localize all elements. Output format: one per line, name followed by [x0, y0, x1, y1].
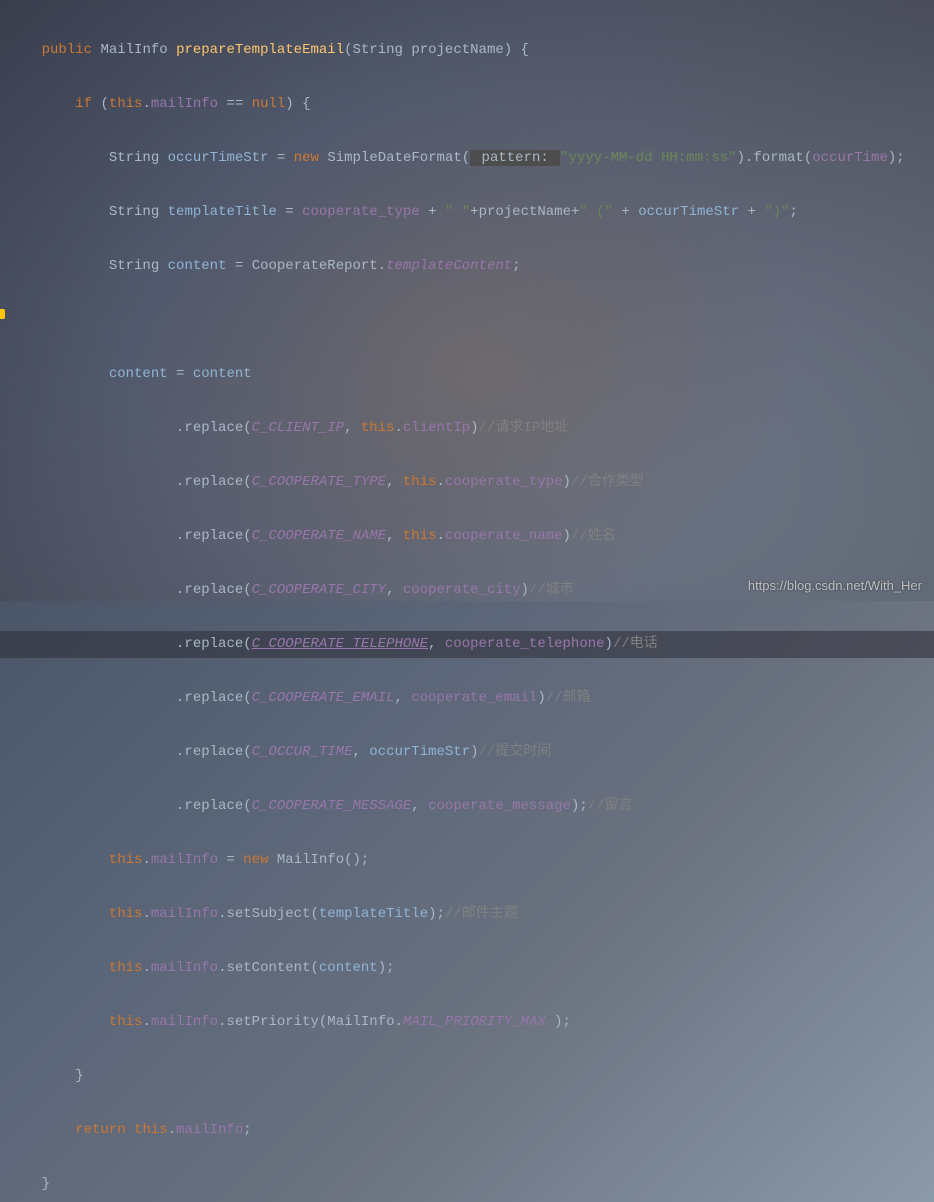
- code-line-highlighted[interactable]: .replace(C_COOPERATE_TELEPHONE, cooperat…: [0, 631, 934, 658]
- constant: C_COOPERATE_EMAIL: [252, 690, 395, 706]
- code-editor[interactable]: public MailInfo prepareTemplateEmail(Str…: [0, 0, 934, 1202]
- field: cooperate_type: [302, 204, 420, 220]
- paren: (: [100, 96, 108, 112]
- static-field: templateContent: [386, 258, 512, 274]
- constant: C_COOPERATE_TYPE: [252, 474, 386, 490]
- field-occurTime: occurTime: [812, 150, 888, 166]
- var-occurTimeStr: occurTimeStr: [168, 150, 269, 166]
- dot: .: [142, 96, 150, 112]
- param-name: projectName: [411, 42, 503, 58]
- keyword-public: public: [42, 42, 92, 58]
- string-literal: "yyyy-MM-dd HH:mm:ss": [560, 150, 736, 166]
- comment: //电话: [613, 636, 658, 652]
- comment: //请求IP地址: [479, 420, 569, 436]
- param-type: String: [353, 42, 403, 58]
- constant: C_COOPERATE_CITY: [252, 582, 386, 598]
- class-name: SimpleDateFormat: [327, 150, 461, 166]
- code-line[interactable]: public MailInfo prepareTemplateEmail(Str…: [8, 37, 926, 64]
- var-content: content: [168, 258, 227, 274]
- field-mailInfo: mailInfo: [151, 96, 218, 112]
- code-line[interactable]: .replace(C_COOPERATE_NAME, this.cooperat…: [8, 523, 926, 550]
- paren: (: [344, 42, 352, 58]
- brace: ) {: [285, 96, 310, 112]
- end: );: [888, 150, 905, 166]
- keyword-null: null: [252, 96, 286, 112]
- code-line[interactable]: String occurTimeStr = new SimpleDateForm…: [8, 145, 926, 172]
- keyword-this: this: [109, 96, 143, 112]
- comment: //城市: [529, 582, 574, 598]
- paren: ): [504, 42, 512, 58]
- keyword-new: new: [294, 150, 319, 166]
- code-line[interactable]: if (this.mailInfo == null) {: [8, 91, 926, 118]
- code-line[interactable]: return this.mailInfo;: [8, 1117, 926, 1144]
- close-brace: }: [75, 1068, 83, 1084]
- method-name: prepareTemplateEmail: [176, 42, 344, 58]
- equals: =: [277, 204, 302, 220]
- constant: C_COOPERATE_NAME: [252, 528, 386, 544]
- constant-highlighted: C_COOPERATE_TELEPHONE: [252, 636, 428, 652]
- close-brace: }: [42, 1176, 50, 1192]
- type-string: String: [109, 204, 159, 220]
- constant: C_OCCUR_TIME: [252, 744, 353, 760]
- code-line[interactable]: content = content: [8, 361, 926, 388]
- code-line[interactable]: }: [8, 1171, 926, 1198]
- var-templateTitle: templateTitle: [168, 204, 277, 220]
- code-line-blank[interactable]: [8, 307, 926, 334]
- code-line[interactable]: .replace(C_COOPERATE_EMAIL, cooperate_em…: [8, 685, 926, 712]
- parameter-hint: pattern:: [470, 150, 560, 166]
- code-line[interactable]: .replace(C_COOPERATE_MESSAGE, cooperate_…: [8, 793, 926, 820]
- code-line[interactable]: .replace(C_CLIENT_IP, this.clientIp)//请求…: [8, 415, 926, 442]
- type-string: String: [109, 150, 159, 166]
- constant: C_CLIENT_IP: [252, 420, 344, 436]
- comment: //邮箱: [546, 690, 591, 706]
- watermark-text: https://blog.csdn.net/With_Her: [748, 578, 922, 593]
- comment: //合作类型: [571, 474, 644, 490]
- comment: //姓名: [571, 528, 616, 544]
- constant: C_COOPERATE_MESSAGE: [252, 798, 412, 814]
- keyword-return: return: [75, 1122, 125, 1138]
- code-line[interactable]: String content = CooperateReport.templat…: [8, 253, 926, 280]
- type-string: String: [109, 258, 159, 274]
- code-line[interactable]: .replace(C_COOPERATE_TYPE, this.cooperat…: [8, 469, 926, 496]
- comment: //邮件主题: [445, 906, 518, 922]
- keyword-if: if: [75, 96, 92, 112]
- code-line[interactable]: }: [8, 1063, 926, 1090]
- paren: (: [462, 150, 470, 166]
- code-line[interactable]: this.mailInfo.setSubject(templateTitle);…: [8, 901, 926, 928]
- code-line[interactable]: .replace(C_OCCUR_TIME, occurTimeStr)//提交…: [8, 739, 926, 766]
- code-line[interactable]: String templateTitle = cooperate_type + …: [8, 199, 926, 226]
- comment: //提交时间: [479, 744, 552, 760]
- static-field: MAIL_PRIORITY_MAX: [403, 1014, 546, 1030]
- code-line[interactable]: this.mailInfo = new MailInfo();: [8, 847, 926, 874]
- brace: {: [512, 42, 529, 58]
- comment: //留言: [588, 798, 633, 814]
- operator: ==: [218, 96, 252, 112]
- equals: =: [268, 150, 293, 166]
- code-line[interactable]: this.mailInfo.setContent(content);: [8, 955, 926, 982]
- code-line[interactable]: this.mailInfo.setPriority(MailInfo.MAIL_…: [8, 1009, 926, 1036]
- method-call: ).format(: [737, 150, 813, 166]
- return-type: MailInfo: [100, 42, 167, 58]
